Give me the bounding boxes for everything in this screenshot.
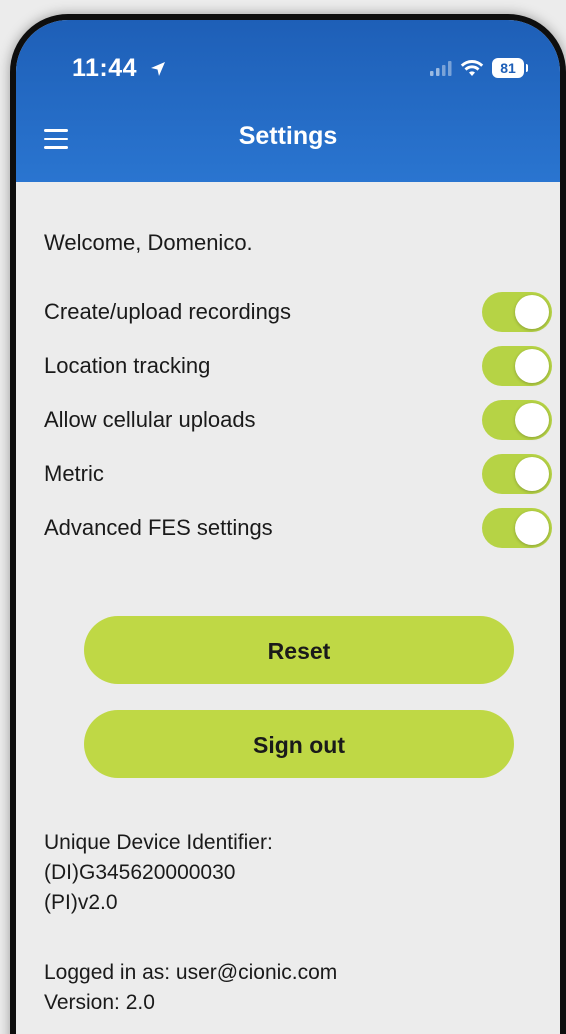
battery-icon: 81 xyxy=(492,58,528,78)
udi-label: Unique Device Identifier: xyxy=(44,831,273,854)
app-header: 11:44 81 Settings xyxy=(16,20,560,182)
location-arrow-icon xyxy=(150,62,165,77)
setting-row-metric: Metric xyxy=(44,452,552,496)
metric-toggle[interactable] xyxy=(482,454,552,494)
advanced-fes-toggle[interactable] xyxy=(482,508,552,548)
setting-row-create-upload: Create/upload recordings xyxy=(44,290,552,334)
wifi-icon xyxy=(460,60,484,76)
logged-in-as: Logged in as: user@cionic.com xyxy=(44,961,338,984)
phone-screen: 11:44 81 Settings Welcome, Domenico. Cre… xyxy=(16,20,560,1034)
account-info-block: Logged in as: user@cionic.com Version: 2… xyxy=(44,958,337,1018)
location-tracking-toggle[interactable] xyxy=(482,346,552,386)
cellular-signal-icon xyxy=(430,61,452,76)
pi-value: (PI)v2.0 xyxy=(44,891,118,914)
app-frame: 11:44 81 Settings Welcome, Domenico. Cre… xyxy=(0,0,566,1034)
version-text: Version: 2.0 xyxy=(44,991,155,1014)
reset-button[interactable]: Reset xyxy=(84,616,514,684)
setting-label: Create/upload recordings xyxy=(44,299,292,324)
page-title: Settings xyxy=(238,122,338,150)
status-bar-icons: 81 xyxy=(430,58,528,78)
setting-label: Location tracking xyxy=(44,353,211,378)
welcome-message: Welcome, Domenico. xyxy=(44,230,253,255)
setting-row-location: Location tracking xyxy=(44,344,552,388)
di-value: (DI)G345620000030 xyxy=(44,861,236,884)
setting-row-cellular: Allow cellular uploads xyxy=(44,398,552,442)
status-bar-time: 11:44 xyxy=(72,54,167,83)
setting-label: Advanced FES settings xyxy=(44,515,273,540)
status-time-text: 11:44 xyxy=(72,54,138,82)
cellular-uploads-toggle[interactable] xyxy=(482,400,552,440)
phone-bezel: 11:44 81 Settings Welcome, Domenico. Cre… xyxy=(10,14,566,1034)
create-upload-toggle[interactable] xyxy=(482,292,552,332)
battery-level: 81 xyxy=(500,60,516,76)
sign-out-button[interactable]: Sign out xyxy=(84,710,514,778)
setting-row-advanced-fes: Advanced FES settings xyxy=(44,506,552,550)
setting-label: Allow cellular uploads xyxy=(44,407,256,432)
device-identifier-block: Unique Device Identifier: (DI)G345620000… xyxy=(44,828,273,918)
setting-label: Metric xyxy=(44,461,104,486)
